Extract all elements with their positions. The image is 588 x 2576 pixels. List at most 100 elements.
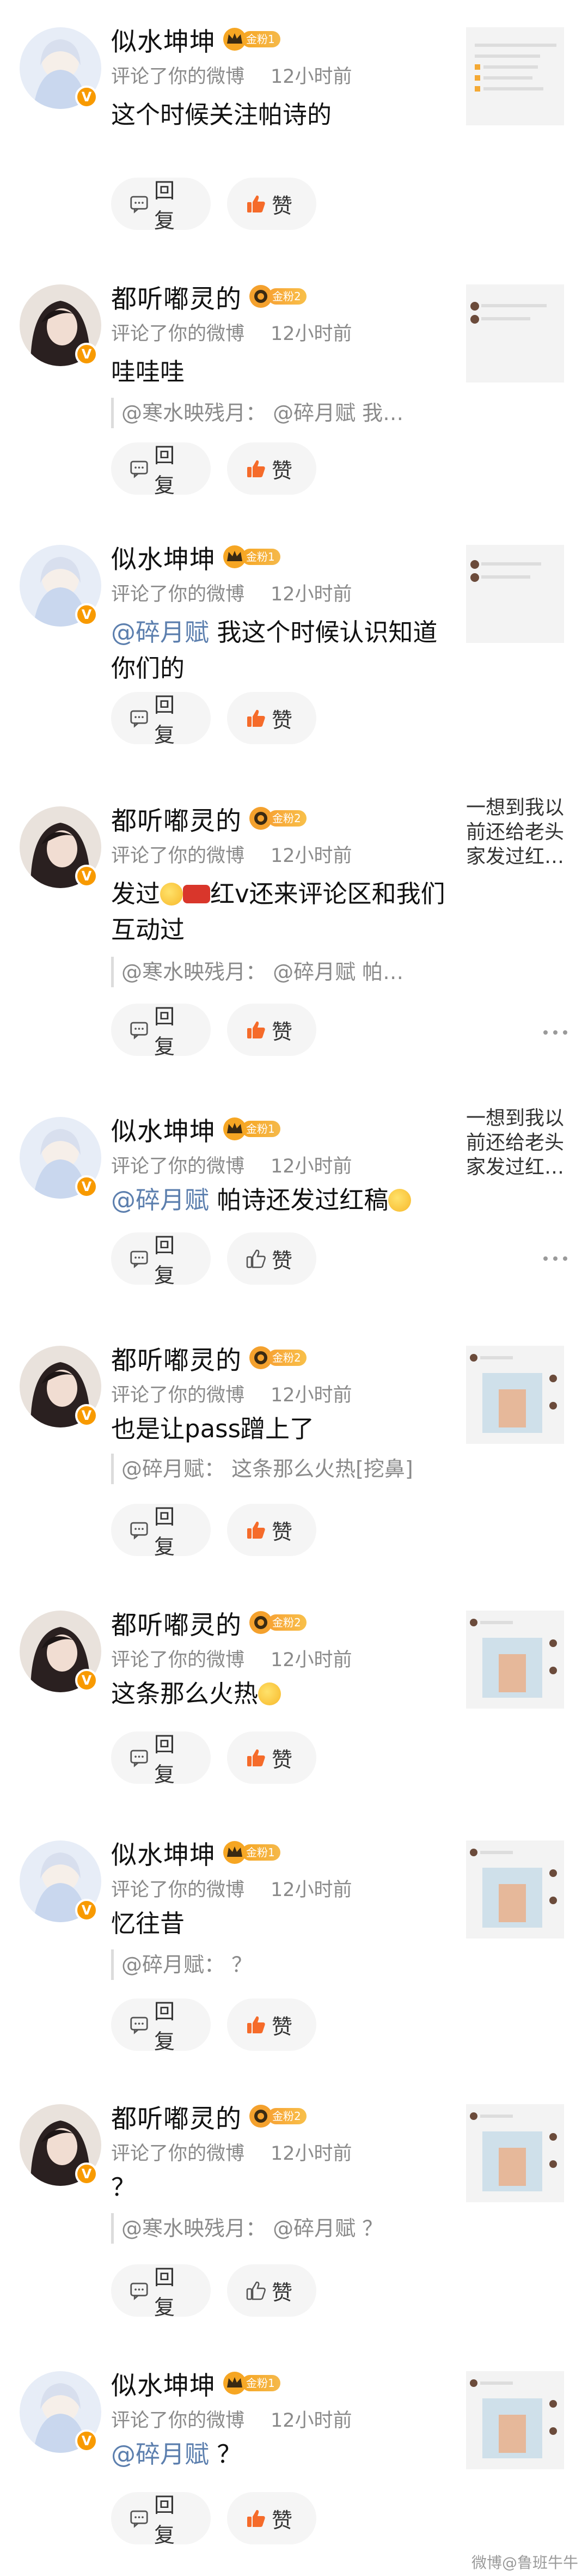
like-button[interactable]: 赞 <box>227 178 316 230</box>
thumbs-up-outline-icon <box>246 1249 266 1268</box>
thumbs-up-icon <box>247 709 265 727</box>
comment-text: @碎月赋 ？ <box>111 2440 242 2469</box>
comment-text: @碎月赋 帕诗还发过红稿 <box>111 1182 449 1218</box>
like-button[interactable]: 赞 <box>227 1232 316 1285</box>
emoji-icon <box>388 1189 412 1212</box>
thumbs-up-icon <box>247 195 265 212</box>
post-thumbnail[interactable] <box>466 1840 564 1939</box>
username[interactable]: 都听嘟灵的 <box>111 1604 242 1642</box>
post-preview-text[interactable]: 一想到我以前还给老头家发过红… <box>466 795 569 869</box>
like-button[interactable]: 赞 <box>227 692 316 744</box>
thumbs-up-outline-icon <box>246 2281 266 2300</box>
like-button[interactable]: 赞 <box>227 2492 316 2544</box>
fan-badge: 金粉2 <box>248 1346 307 1370</box>
reply-icon <box>130 196 148 214</box>
comment-card: V 都听嘟灵的 金粉2 评论了你的微博 12小时前 也是让pass蹭上了 @碎月赋… <box>0 1319 588 1583</box>
quoted-reply[interactable]: @碎月赋： ？ <box>111 1949 443 1980</box>
reply-icon <box>130 1250 148 1268</box>
like-button[interactable]: 赞 <box>227 1004 316 1056</box>
username[interactable]: 似水坤坤 <box>111 1110 216 1148</box>
post-thumbnail[interactable] <box>466 2104 564 2202</box>
reply-button[interactable]: 回复 <box>111 2264 211 2319</box>
post-thumbnail[interactable] <box>466 2371 564 2469</box>
username[interactable]: 都听嘟灵的 <box>111 2098 242 2135</box>
like-button[interactable]: 赞 <box>227 2264 316 2317</box>
username[interactable]: 都听嘟灵的 <box>111 1339 242 1377</box>
watermark: 微博@鲁班牛牛 <box>471 2554 578 2572</box>
like-button[interactable]: 赞 <box>227 442 316 495</box>
comment-text: @碎月赋 我这个时候认识知道你们的 <box>111 618 438 683</box>
mention-link[interactable]: @碎月赋 <box>111 618 209 647</box>
username[interactable]: 都听嘟灵的 <box>111 800 242 837</box>
emoji-icon <box>160 883 183 906</box>
post-thumbnail[interactable] <box>466 284 564 382</box>
post-thumbnail[interactable] <box>466 545 564 643</box>
more-options-icon[interactable] <box>543 1253 567 1264</box>
comment-meta: 评论了你的微博 12小时前 <box>111 2410 352 2432</box>
verified-icon: V <box>75 1669 98 1692</box>
comment-meta: 评论了你的微博 12小时前 <box>111 2143 352 2165</box>
quoted-reply[interactable]: @碎月赋： 这条那么火热[挖鼻] <box>111 1454 443 1484</box>
thumbs-up-icon <box>247 1021 265 1038</box>
comment-card: V 似水坤坤 金粉1 评论了你的微博 12小时前 @碎月赋 我这个时候认识知道你们… <box>0 518 588 779</box>
reply-icon <box>130 1749 148 1767</box>
reply-icon <box>130 710 148 728</box>
reply-button[interactable]: 回复 <box>111 692 211 747</box>
like-button[interactable]: 赞 <box>227 1731 316 1784</box>
verified-icon: V <box>75 1175 98 1198</box>
verified-icon: V <box>75 86 98 108</box>
comment-text: 忆往昔 <box>111 1909 185 1938</box>
mention-link[interactable]: @碎月赋 <box>111 1186 209 1214</box>
post-thumbnail[interactable] <box>466 1346 564 1444</box>
reply-button[interactable]: 回复 <box>111 442 211 497</box>
comment-meta: 评论了你的微博 12小时前 <box>111 845 352 867</box>
comment-card: V 似水坤坤 金粉1 评论了你的微博 12小时前 @碎月赋 帕诗还发过红稿 回复 … <box>0 1090 588 1319</box>
reply-icon <box>130 2016 148 2034</box>
fan-badge: 金粉2 <box>248 806 307 830</box>
quoted-reply[interactable]: @寒水映残月： @碎月赋 帕… <box>111 957 443 987</box>
comment-meta: 评论了你的微博 12小时前 <box>111 66 352 88</box>
fan-badge: 金粉2 <box>248 2104 307 2128</box>
reply-button[interactable]: 回复 <box>111 1998 211 2053</box>
reply-button[interactable]: 回复 <box>111 1731 211 1787</box>
thumbs-up-icon <box>247 1521 265 1539</box>
thumbs-up-icon <box>247 460 265 477</box>
reply-button[interactable]: 回复 <box>111 178 211 233</box>
reply-button[interactable]: 回复 <box>111 1004 211 1059</box>
comment-card: V 都听嘟灵的 金粉2 评论了你的微博 12小时前 哇哇哇 @寒水映残月： @碎月… <box>0 257 588 518</box>
post-preview-text[interactable]: 一想到我以前还给老头家发过红… <box>466 1106 569 1180</box>
comment-meta: 评论了你的微博 12小时前 <box>111 323 352 345</box>
fan-badge: 金粉2 <box>248 284 307 308</box>
fan-badge: 金粉1 <box>222 1840 280 1864</box>
quoted-reply[interactable]: @寒水映残月： @碎月赋 ？ <box>111 2213 443 2244</box>
quoted-reply[interactable]: @寒水映残月： @碎月赋 我… <box>111 398 443 428</box>
comment-card: V 似水坤坤 金粉1 评论了你的微博 12小时前 @碎月赋 ？ 回复 赞 微博@… <box>0 2344 588 2576</box>
comment-meta: 评论了你的微博 12小时前 <box>111 1156 352 1177</box>
comment-text: 哇哇哇 <box>111 357 185 386</box>
username[interactable]: 似水坤坤 <box>111 2365 216 2402</box>
comment-card: V 似水坤坤 金粉1 评论了你的微博 12小时前 这个时候关注帕诗的 回复 赞 <box>0 0 588 257</box>
username[interactable]: 似水坤坤 <box>111 21 216 58</box>
username[interactable]: 似水坤坤 <box>111 538 216 576</box>
thumbs-up-icon <box>247 1749 265 1766</box>
comment-meta: 评论了你的微博 12小时前 <box>111 1879 352 1901</box>
verified-icon: V <box>75 1899 98 1922</box>
reply-icon <box>130 460 148 478</box>
comment-meta: 评论了你的微博 12小时前 <box>111 584 352 605</box>
reply-button[interactable]: 回复 <box>111 2492 211 2547</box>
reply-icon <box>130 1522 148 1540</box>
comment-meta: 评论了你的微博 12小时前 <box>111 1384 352 1406</box>
comment-text: 这个时候关注帕诗的 <box>111 100 332 129</box>
more-options-icon[interactable] <box>543 1027 567 1038</box>
reply-button[interactable]: 回复 <box>111 1504 211 1559</box>
verified-icon: V <box>75 603 98 626</box>
post-thumbnail[interactable] <box>466 1611 564 1709</box>
like-button[interactable]: 赞 <box>227 1504 316 1556</box>
post-thumbnail[interactable] <box>466 27 564 125</box>
username[interactable]: 都听嘟灵的 <box>111 278 242 315</box>
verified-icon: V <box>75 2162 98 2185</box>
like-button[interactable]: 赞 <box>227 1998 316 2051</box>
mention-link[interactable]: @碎月赋 <box>111 2440 209 2469</box>
reply-button[interactable]: 回复 <box>111 1232 211 1287</box>
username[interactable]: 似水坤坤 <box>111 1834 216 1872</box>
